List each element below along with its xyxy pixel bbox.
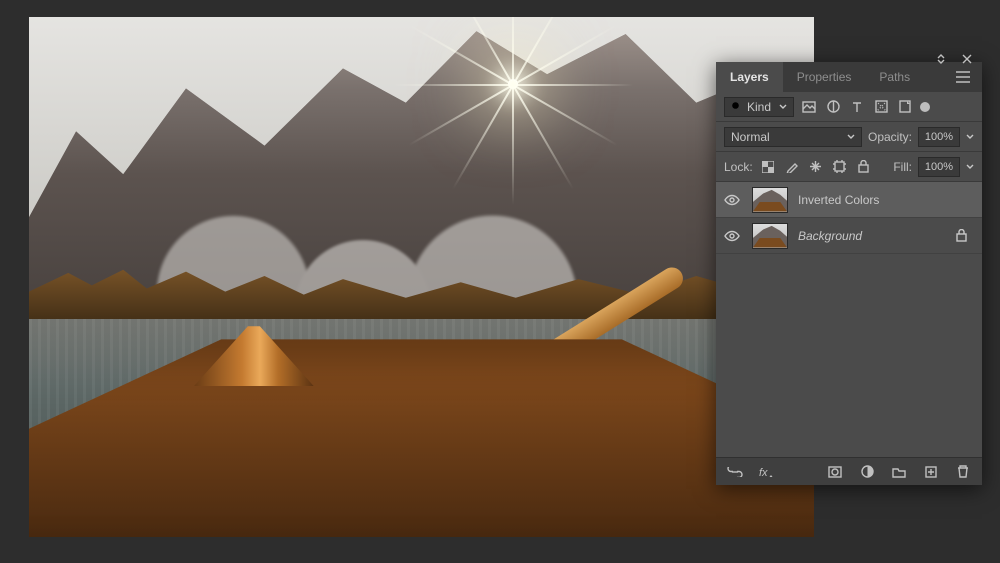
blend-mode-select[interactable]: Normal — [724, 127, 862, 147]
lock-icon[interactable] — [956, 229, 974, 242]
new-layer-icon[interactable] — [922, 463, 940, 481]
blend-row: Normal Opacity: 100% — [716, 122, 982, 152]
lock-pixels-icon[interactable] — [783, 158, 801, 176]
link-layers-icon[interactable] — [726, 463, 744, 481]
filter-kind-label: Kind — [747, 100, 771, 114]
image-ray — [512, 85, 514, 205]
layer-thumbnail[interactable] — [752, 223, 788, 249]
lock-label: Lock: — [724, 160, 753, 174]
chevron-down-icon — [779, 103, 787, 111]
filter-shape-icon[interactable] — [872, 98, 890, 116]
group-icon[interactable] — [890, 463, 908, 481]
delete-layer-icon[interactable] — [954, 463, 972, 481]
layer-row[interactable]: Background — [716, 218, 982, 254]
layer-list: Inverted Colors Background — [716, 182, 982, 457]
filter-smartobject-icon[interactable] — [896, 98, 914, 116]
opacity-label: Opacity: — [868, 130, 912, 144]
adjustment-layer-icon[interactable] — [858, 463, 876, 481]
layer-filter-row: Kind — [716, 92, 982, 122]
tab-layers[interactable]: Layers — [716, 62, 783, 92]
close-icon[interactable] — [958, 50, 976, 68]
blend-mode-value: Normal — [731, 130, 770, 144]
layers-panel: Layers Properties Paths Kind Normal Opac… — [716, 62, 982, 485]
layer-name[interactable]: Inverted Colors — [798, 193, 946, 207]
filter-pixel-icon[interactable] — [800, 98, 818, 116]
visibility-toggle-icon[interactable] — [724, 194, 742, 206]
layer-style-icon[interactable]: fx — [758, 463, 776, 481]
layer-thumbnail[interactable] — [752, 187, 788, 213]
lock-all-icon[interactable] — [855, 158, 873, 176]
canvas[interactable] — [29, 17, 814, 537]
layers-footer: fx — [716, 457, 982, 485]
filter-toggle-icon[interactable] — [920, 102, 930, 112]
tab-paths[interactable]: Paths — [865, 62, 924, 92]
filter-kind-select[interactable]: Kind — [724, 97, 794, 117]
tab-properties[interactable]: Properties — [783, 62, 866, 92]
panel-menu-icon[interactable] — [956, 71, 982, 83]
opacity-input[interactable]: 100% — [918, 127, 960, 147]
search-icon — [731, 101, 742, 112]
chevron-down-icon[interactable] — [966, 163, 974, 171]
fill-input[interactable]: 100% — [918, 157, 960, 177]
svg-text:fx: fx — [759, 467, 768, 478]
collapse-icon[interactable] — [932, 50, 950, 68]
layer-mask-icon[interactable] — [826, 463, 844, 481]
filter-type-icon[interactable] — [848, 98, 866, 116]
image-ray — [513, 84, 633, 86]
fill-label: Fill: — [893, 160, 912, 174]
visibility-toggle-icon[interactable] — [724, 230, 742, 242]
lock-row: Lock: Fill: 100% — [716, 152, 982, 182]
image-ray — [512, 17, 514, 85]
layer-row[interactable]: Inverted Colors — [716, 182, 982, 218]
lock-artboard-icon[interactable] — [831, 158, 849, 176]
chevron-down-icon — [847, 133, 855, 141]
image-ray — [393, 84, 513, 86]
panel-controls — [932, 55, 976, 62]
filter-adjustment-icon[interactable] — [824, 98, 842, 116]
lock-transparency-icon[interactable] — [759, 158, 777, 176]
lock-position-icon[interactable] — [807, 158, 825, 176]
chevron-down-icon[interactable] — [966, 133, 974, 141]
layer-name[interactable]: Background — [798, 229, 946, 243]
